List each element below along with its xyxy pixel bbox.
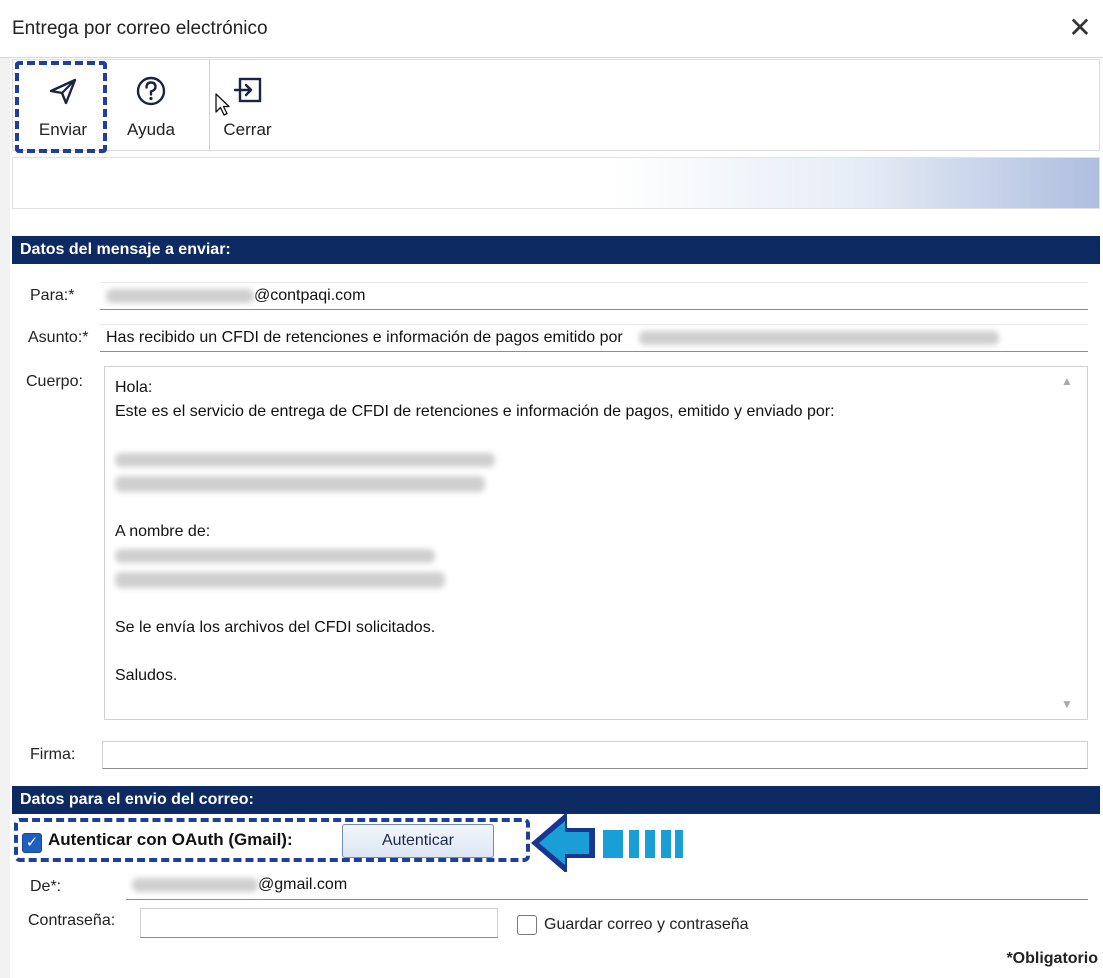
exit-icon xyxy=(233,77,261,103)
signature-field[interactable] xyxy=(102,741,1088,769)
oauth-checkbox[interactable]: ✓ xyxy=(22,833,42,853)
exit-button[interactable]: Cerrar xyxy=(209,60,285,150)
redacted-text xyxy=(639,330,1000,345)
redacted-text xyxy=(115,548,435,563)
exit-button-label: Cerrar xyxy=(223,120,272,139)
close-icon[interactable]: ✕ xyxy=(1062,10,1098,46)
password-label: Contraseña: xyxy=(28,912,116,929)
send-button-label: Enviar xyxy=(38,120,88,139)
body-label: Cuerpo: xyxy=(26,373,83,390)
subject-label: Asunto:* xyxy=(28,329,89,346)
subject-field[interactable]: Has recibido un CFDI de retenciones e in… xyxy=(100,324,1088,352)
subject-field-value: Has recibido un CFDI de retenciones e in… xyxy=(106,329,623,346)
body-line: Saludos. xyxy=(115,667,178,684)
redacted-text xyxy=(115,571,445,588)
from-field-value: @gmail.com xyxy=(258,876,348,893)
pointer-arrow-icon xyxy=(531,812,683,874)
password-field[interactable] xyxy=(140,908,498,938)
help-button[interactable]: Ayuda xyxy=(111,60,191,150)
send-button[interactable]: Enviar xyxy=(23,60,103,150)
help-button-label: Ayuda xyxy=(127,120,175,139)
section-header-sending: Datos para el envio del correo: xyxy=(12,786,1100,814)
to-field-value: @contpaqi.com xyxy=(254,287,366,304)
window-edge xyxy=(0,0,10,978)
from-label: De*: xyxy=(30,878,62,895)
toolbar: Enviar Ayuda Cerrar xyxy=(12,59,1100,151)
body-content: Hola: Este es el servicio de entrega de … xyxy=(115,376,1045,688)
required-note: *Obligatorio xyxy=(1006,950,1098,967)
save-credentials-label: Guardar correo y contraseña xyxy=(544,916,749,933)
body-line: Se le envía los archivos del CFDI solici… xyxy=(115,619,436,636)
header-banner xyxy=(12,157,1100,209)
send-icon xyxy=(49,78,77,105)
body-line: Hola: xyxy=(115,379,153,396)
oauth-label: Autenticar con OAuth (Gmail): xyxy=(48,830,293,849)
body-line: A nombre de: xyxy=(115,523,211,540)
redacted-text xyxy=(115,475,485,492)
redacted-text xyxy=(132,877,258,892)
body-line: Este es el servicio de entrega de CFDI d… xyxy=(115,403,835,420)
redacted-text xyxy=(106,288,254,303)
redacted-text xyxy=(115,452,495,467)
window-title: Entrega por correo electrónico xyxy=(12,18,268,39)
section-header-message: Datos del mensaje a enviar: xyxy=(12,236,1100,264)
authenticate-button[interactable]: Autenticar xyxy=(342,824,494,858)
from-field[interactable]: @gmail.com xyxy=(126,872,1088,900)
scroll-down-arrow-icon[interactable]: ▼ xyxy=(1061,697,1073,711)
title-bar: Entrega por correo electrónico ✕ xyxy=(0,0,1103,58)
save-credentials-checkbox[interactable] xyxy=(517,915,537,935)
scroll-up-arrow-icon[interactable]: ▲ xyxy=(1061,374,1073,388)
to-field[interactable]: @contpaqi.com xyxy=(100,282,1088,310)
help-icon xyxy=(136,76,166,106)
signature-label: Firma: xyxy=(30,746,76,763)
to-label: Para:* xyxy=(30,287,75,304)
